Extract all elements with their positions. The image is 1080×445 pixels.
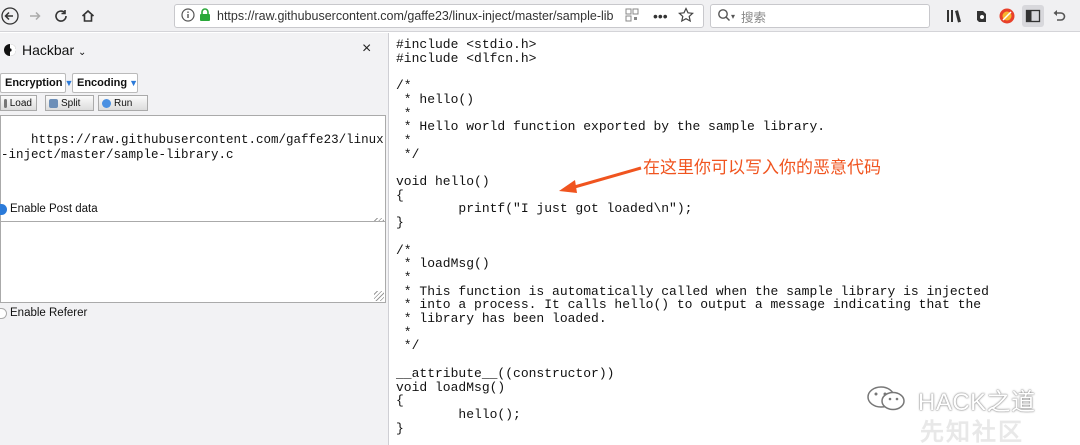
code-line: * loadMsg() (396, 256, 490, 272)
encryption-dropdown[interactable]: Encryption ▼ (0, 73, 73, 93)
search-placeholder: 搜索 (741, 10, 767, 25)
bookmark-star-icon[interactable] (677, 6, 694, 26)
reload-button[interactable] (51, 6, 71, 26)
evernote-icon[interactable] (973, 8, 989, 27)
code-line: * (396, 324, 412, 340)
enable-referer-checkbox[interactable]: Enable Referer (0, 307, 87, 319)
watermark-text-2: 先知社区 (920, 419, 1024, 445)
code-line: __attribute__((constructor)) (396, 365, 615, 381)
load-button[interactable]: Load (0, 95, 37, 111)
library-icon[interactable] (946, 8, 962, 27)
load-icon (4, 99, 7, 108)
encoding-label: Encoding (77, 77, 128, 89)
back-button[interactable] (0, 6, 20, 26)
load-label: Load (9, 98, 32, 109)
code-line: } (396, 420, 404, 436)
code-line: printf("I just got loaded\n"); (396, 201, 693, 217)
search-icon (717, 8, 731, 25)
url-textarea-value: https://raw.githubusercontent.com/gaffe2… (1, 133, 384, 162)
split-icon (49, 99, 58, 108)
resize-grip-icon[interactable] (374, 291, 384, 301)
back-arrow-icon (1, 7, 19, 25)
code-line: /* (396, 242, 412, 258)
encoding-dropdown[interactable]: Encoding ▼ (72, 73, 138, 93)
annotation-arrow-icon (559, 166, 642, 193)
code-line: * This function is automatically called … (396, 283, 989, 299)
chevron-down-icon: ▾ (731, 11, 736, 21)
close-button[interactable]: × (362, 40, 371, 58)
page-actions-icon[interactable]: ••• (653, 8, 668, 24)
forward-arrow-icon (30, 11, 41, 21)
code-line: * library has been loaded. (396, 311, 607, 327)
wechat-logo-icon (867, 386, 905, 411)
code-line: * Hello world function exported by the s… (396, 119, 826, 135)
source-code-view: #include <stdio.h> #include <dlfcn.h> /* … (396, 38, 989, 435)
qr-code-icon[interactable] (625, 8, 639, 25)
code-line: * into a process. It calls hello() to ou… (396, 297, 982, 313)
enable-post-data-checkbox[interactable]: Enable Post data (0, 203, 98, 215)
block-extension-icon[interactable] (998, 7, 1016, 28)
run-button[interactable]: Run (98, 95, 148, 111)
code-line: * (396, 269, 412, 285)
run-icon (102, 99, 111, 108)
forward-button[interactable] (25, 6, 45, 26)
code-line: * hello() (396, 91, 475, 107)
checkbox-unchecked-icon[interactable] (0, 307, 7, 319)
checkbox-checked-icon[interactable] (0, 203, 7, 215)
search-bar[interactable]: ▾ 搜索 (710, 4, 930, 28)
url-text[interactable]: https://raw.githubusercontent.com/gaffe2… (217, 9, 617, 23)
hackbar-logo-icon (3, 43, 17, 60)
sidebar-toggle-button[interactable] (1022, 5, 1044, 27)
lock-icon (199, 7, 211, 25)
code-line: } (396, 215, 404, 231)
hackbar-sidebar: Hackbar ⌄ × Encryption ▼ Encoding ▼ Load S… (0, 33, 389, 445)
enable-post-data-label: Enable Post data (10, 203, 98, 215)
info-icon[interactable] (181, 7, 195, 25)
enable-referer-label: Enable Referer (10, 307, 88, 319)
code-line: * (396, 105, 412, 121)
sidebar-header: Hackbar ⌄ × (0, 33, 389, 67)
code-line: /* (396, 78, 412, 94)
home-icon (81, 9, 95, 22)
split-label: Split (61, 98, 81, 109)
code-line: #include <dlfcn.h> (396, 50, 537, 66)
reload-icon (55, 10, 67, 22)
code-line: * (396, 132, 412, 148)
address-bar[interactable]: https://raw.githubusercontent.com/gaffe2… (174, 4, 704, 28)
code-line: { (396, 187, 404, 203)
undo-icon[interactable] (1051, 8, 1067, 27)
encryption-label: Encryption (5, 77, 63, 89)
sidebar-title[interactable]: Hackbar ⌄ (22, 42, 86, 58)
run-label: Run (114, 98, 133, 109)
browser-toolbar: https://raw.githubusercontent.com/gaffe2… (0, 0, 1080, 32)
home-button[interactable] (78, 6, 98, 26)
code-line: */ (396, 338, 420, 354)
chevron-down-icon: ⌄ (78, 47, 87, 58)
annotation-text: 在这里你可以写入你的恶意代码 (643, 158, 881, 177)
post-data-textarea[interactable] (0, 221, 386, 303)
code-line: #include <stdio.h> (396, 37, 537, 52)
dropdown-arrow-icon: ▼ (129, 78, 139, 88)
sidebar-icon (1025, 9, 1041, 23)
split-button[interactable]: Split (45, 95, 94, 111)
